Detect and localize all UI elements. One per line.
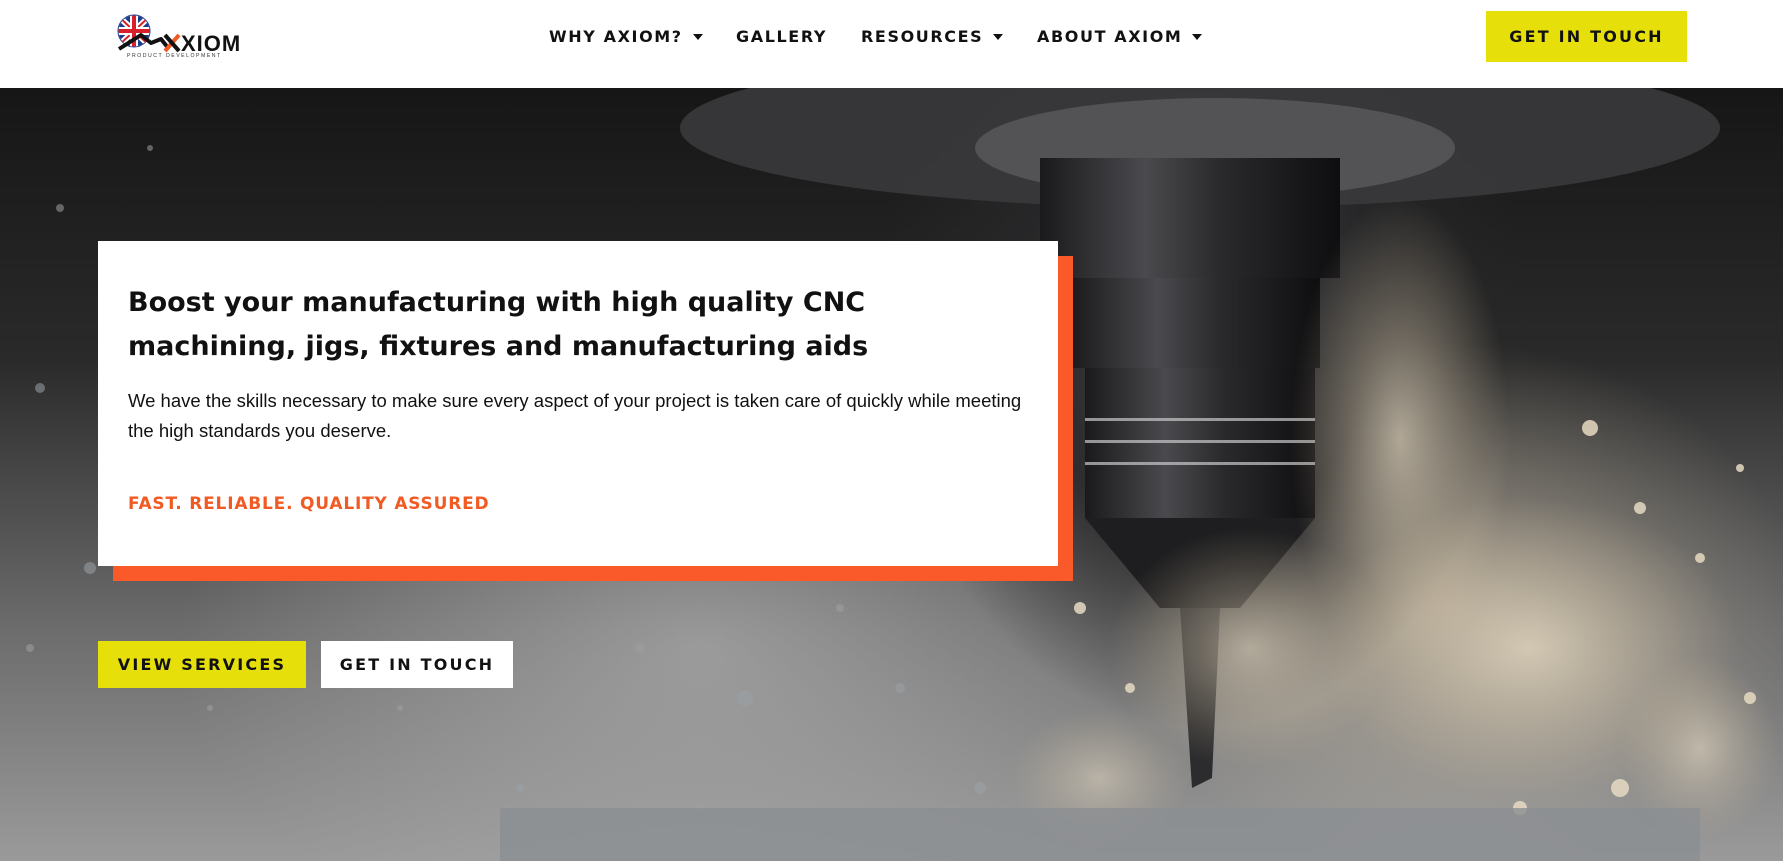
site-header: XIOM PRODUCT DEVELOPMENT WHY AXIOM? GALL… xyxy=(0,0,1783,88)
chevron-down-icon xyxy=(1192,34,1203,40)
nav-item-about-axiom[interactable]: ABOUT AXIOM xyxy=(1037,27,1203,46)
axiom-logo[interactable]: XIOM PRODUCT DEVELOPMENT xyxy=(117,13,277,63)
hero-card: Boost your manufacturing with high quali… xyxy=(98,241,1058,566)
nav-label: GALLERY xyxy=(736,27,828,46)
logo-subtitle: PRODUCT DEVELOPMENT xyxy=(127,53,222,59)
nav-label: ABOUT AXIOM xyxy=(1037,27,1183,46)
nav-label: WHY AXIOM? xyxy=(549,27,683,46)
chevron-down-icon xyxy=(692,34,703,40)
hero-get-in-touch-button[interactable]: GET IN TOUCH xyxy=(321,641,513,688)
nav-label: RESOURCES xyxy=(861,27,984,46)
hero-tagline: FAST. RELIABLE. QUALITY ASSURED xyxy=(128,494,490,514)
nav-item-why-axiom[interactable]: WHY AXIOM? xyxy=(549,27,703,46)
hero-title: Boost your manufacturing with high quali… xyxy=(128,287,869,362)
hero-description: We have the skills necessary to make sur… xyxy=(128,390,1022,441)
nav-item-gallery[interactable]: GALLERY xyxy=(736,27,827,46)
chevron-down-icon xyxy=(993,34,1004,40)
nav-item-resources[interactable]: RESOURCES xyxy=(861,27,1004,46)
view-services-button[interactable]: VIEW SERVICES xyxy=(98,641,306,688)
header-get-in-touch-button[interactable]: GET IN TOUCH xyxy=(1486,11,1687,62)
